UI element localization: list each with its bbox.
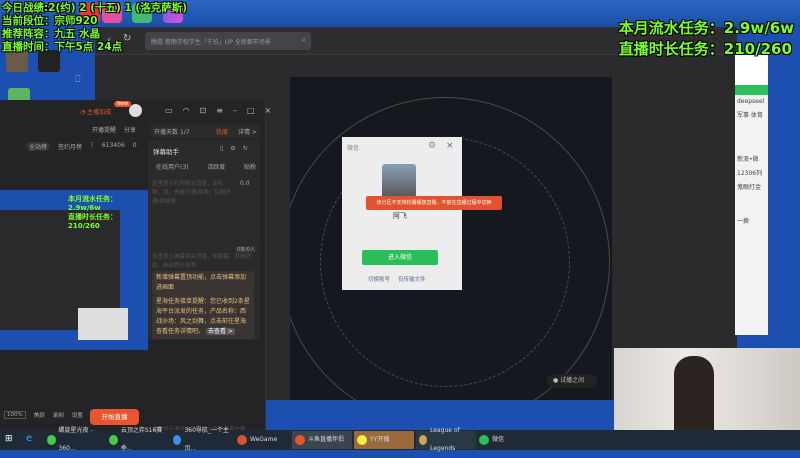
danmu-assistant: 弹幕助手 ▯ ⚙ ↻ 在线用户(3) 活跃度 贴粉 这里显示礼物相关消息，如礼物、钱、贵… xyxy=(148,140,260,340)
taskbar-label: 云顶之弈S16赛季... xyxy=(120,427,163,452)
browser-text[interactable]: 一换 xyxy=(737,215,768,229)
hot-value: 613406 xyxy=(101,142,125,149)
record-button[interactable]: 录制 xyxy=(53,411,64,419)
menu-icon[interactable]: ≡ xyxy=(216,106,223,115)
mini-status-label: 试播之间 xyxy=(560,377,585,384)
taskbar-label: WeGame xyxy=(250,436,278,443)
wechat-username: 阿飞 xyxy=(393,212,407,220)
browser-text[interactable]: 新浪•微 xyxy=(737,153,768,167)
refresh-icon[interactable]: ↻ xyxy=(243,145,248,152)
danmu-title: 弹幕助手 xyxy=(153,148,179,156)
wechat-avatar xyxy=(382,164,416,198)
overlay-task-line: 本月流水任务：2.9w/6w xyxy=(618,19,794,37)
detail-link[interactable]: 详情 > xyxy=(238,127,257,136)
settings-button[interactable]: 设置 xyxy=(72,411,83,419)
taskbar-item[interactable]: 斗鱼直播伴侣 xyxy=(292,431,352,449)
mini-status: ● 试播之间 xyxy=(547,374,597,388)
enter-wechat-button[interactable]: 进入微信 xyxy=(362,250,438,265)
danmu-hint: 这里显示弹幕相关消息，如弹幕、系统消息、粉丝牌升级等 xyxy=(152,254,252,269)
message-icon[interactable]: ▭ xyxy=(165,106,173,115)
heat-label: 热度 xyxy=(216,129,229,136)
taskbar-item[interactable]: 360导航_一个主页... xyxy=(170,427,232,452)
remind-button[interactable]: 开播提醒 xyxy=(92,125,116,134)
promo-button[interactable]: ◔ 主播加成 xyxy=(80,107,111,116)
bag-icon[interactable]: ⎕ xyxy=(75,75,80,85)
tab-online-users[interactable]: 在线用户(3) xyxy=(156,162,189,171)
file-transfer-link[interactable]: 仅传输文件 xyxy=(398,275,426,283)
score: 0.0 xyxy=(240,180,250,187)
danmu-notice: 新增弹幕置顶功能，点击弹幕添加进画面 xyxy=(152,271,254,295)
preview-webcam xyxy=(78,308,128,340)
overlay-task-line: 直播时长任务：210/260 xyxy=(618,40,792,58)
close-icon[interactable]: × xyxy=(265,106,272,115)
avatar[interactable] xyxy=(129,104,142,117)
wechat-title: 微信 xyxy=(347,145,360,152)
share-icon[interactable]: ⊡ xyxy=(200,106,207,115)
zoom-level[interactable]: 100% xyxy=(4,411,26,419)
settings-icon[interactable]: ⚙ xyxy=(230,145,235,152)
task-notice-text: 星海任务接单提醒：您已收到2条星海平台派发的任务，产品名称：西战沙场：风之剑舞，… xyxy=(156,298,250,335)
browser-text[interactable]: 12306列 xyxy=(737,167,768,181)
taskbar-label: 微信 xyxy=(492,436,505,443)
browser-window: deepseel 军事 体育 新浪•微 12306列 鬼眼打金 一换 xyxy=(735,55,768,335)
switch-account-link[interactable]: 切换账号 xyxy=(368,275,390,283)
stream-preview: 本月流水任务：2.9w/6w 直播时长任务：210/260 xyxy=(0,190,148,350)
taskbar-item[interactable]: YY开播 xyxy=(354,431,414,449)
gift-hint: 这里显示礼物相关消息，如礼物、钱、贵族开通/续费、钻粉开通/续费等 xyxy=(152,181,231,205)
error-toast: 该分区不支持轮播播放直播，不能在直播过程中切换 xyxy=(366,196,502,210)
tab-activity[interactable]: 活跃度 xyxy=(207,162,225,171)
browser-text[interactable]: 鬼眼打金 xyxy=(737,181,768,195)
close-icon[interactable]: × xyxy=(446,141,454,151)
overlay-line: 今日战绩:2(约) 2 (十五) 1 (洛克萨斯) xyxy=(2,2,188,14)
headset-icon[interactable]: ◠ xyxy=(183,106,190,115)
rank-badge[interactable]: 全站榜 xyxy=(26,142,51,151)
overlay-line: 推荐阵容：九五 水晶 xyxy=(2,28,101,40)
taskbar-item[interactable]: League of Legends xyxy=(416,427,476,452)
overlay-stats: 今日战绩:2(约) 2 (十五) 1 (洛克萨斯) 当前段位：宗师920 推荐阵… xyxy=(2,2,187,54)
wechat-login-dialog: 微信 ⚙ × 阿飞 进入微信 切换账号 仅传输文件 xyxy=(342,137,462,290)
task-notice: 星海任务接单提醒：您已收到2条星海平台派发的任务，产品名称：西战沙场：风之剑舞，… xyxy=(152,295,254,339)
taskbar-item[interactable]: 微信 xyxy=(476,431,526,449)
taskbar-label: YY开播 xyxy=(370,436,390,443)
share-button[interactable]: 分享 xyxy=(124,125,136,134)
overlay-line: 直播时间：下午5点 24点 xyxy=(2,41,123,53)
search-icon[interactable]: ⌕ xyxy=(302,35,306,45)
new-badge: New xyxy=(114,101,131,107)
taskbar-item[interactable]: 云顶之弈S16赛季... xyxy=(106,427,168,452)
settings-icon[interactable]: ⚙ xyxy=(428,141,436,151)
promo-label: 主播加成 xyxy=(87,109,112,116)
days-label: 开播天数 xyxy=(154,129,179,136)
days-value: 1/7 xyxy=(179,129,190,136)
view-task-link[interactable]: 去查看 > xyxy=(205,328,235,335)
maximize-icon[interactable]: □ xyxy=(247,106,255,115)
webcam-feed xyxy=(614,348,800,430)
tab-fans[interactable]: 贴粉 xyxy=(244,162,256,171)
taskbar-label: 斗鱼直播伴侣 xyxy=(308,436,345,443)
beauty-button[interactable]: 美颜 xyxy=(34,411,45,419)
browser-text[interactable]: deepseel xyxy=(737,95,768,109)
streamer xyxy=(674,356,714,430)
taskbar-item[interactable]: 螺旋星光夜 - 360... xyxy=(44,427,104,452)
taskbar-item[interactable]: WeGame xyxy=(234,431,292,449)
overlay-tasks: 本月流水任务：2.9w/6w 直播时长任务：210/260 xyxy=(619,18,794,60)
browser-text[interactable]: 军事 体育 xyxy=(737,109,768,123)
count-badge: 0条/0人 xyxy=(235,246,258,253)
monthly-rank-value: 7 xyxy=(90,142,94,149)
ie-icon[interactable]: e xyxy=(26,433,32,444)
minimize-icon[interactable]: – xyxy=(233,106,237,115)
likes-value: 0 xyxy=(132,142,137,149)
windows-start-icon[interactable]: ⊞ xyxy=(5,434,13,444)
preview-overlay-text: 本月流水任务：2.9w/6w xyxy=(68,195,117,212)
taskbar-label: 螺旋星光夜 - 360... xyxy=(58,427,93,452)
taskbar-label: League of Legends xyxy=(430,427,460,452)
preview-overlay-text: 直播时长任务：210/260 xyxy=(68,213,117,230)
taskbar-label: 360导航_一个主页... xyxy=(184,427,229,452)
overlay-line: 当前段位：宗师920 xyxy=(2,15,98,27)
pin-icon[interactable]: ▯ xyxy=(220,145,223,152)
monthly-rank[interactable]: 签约月榜 xyxy=(58,142,82,151)
